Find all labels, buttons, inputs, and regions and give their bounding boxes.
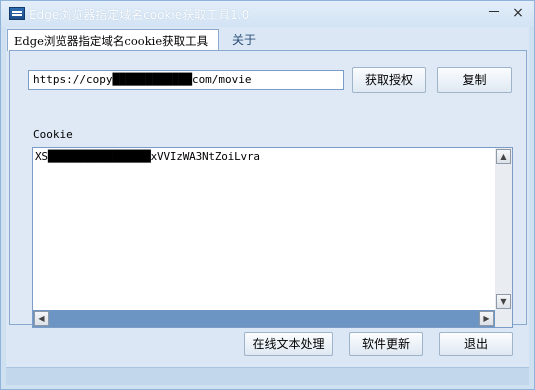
window-title: Edge浏览器指定域名cookie获取工具1.0 [29, 8, 250, 22]
title-bar[interactable]: Edge浏览器指定域名cookie获取工具1.0 － × [1, 1, 534, 27]
status-bar [6, 367, 529, 385]
scrollbar-corner [495, 310, 512, 327]
url-input[interactable]: https://copy████████████com/movie [28, 70, 344, 90]
minimize-button[interactable]: － [484, 4, 504, 22]
copy-button[interactable]: 复制 [437, 67, 512, 93]
scroll-right-icon[interactable]: ▶ [479, 311, 494, 326]
horizontal-scrollbar[interactable]: ◀ ▶ [33, 310, 495, 327]
client-area: Edge浏览器指定域名cookie获取工具 关于 https://copy███… [6, 27, 529, 385]
update-button[interactable]: 软件更新 [349, 332, 423, 356]
online-text-button[interactable]: 在线文本处理 [244, 332, 333, 356]
vertical-scrollbar[interactable]: ▲ ▼ [495, 148, 512, 310]
get-auth-button[interactable]: 获取授权 [352, 67, 426, 93]
scroll-down-icon[interactable]: ▼ [496, 294, 511, 309]
app-icon [9, 7, 25, 20]
close-button[interactable]: × [508, 4, 528, 22]
scroll-left-icon[interactable]: ◀ [34, 311, 49, 326]
tab-cookie-tool[interactable]: Edge浏览器指定域名cookie获取工具 [7, 29, 219, 51]
cookie-textarea[interactable]: XS████████████████xVVIzWA3NtZoiLvra ▲ ▼ … [32, 147, 513, 328]
cookie-label: Cookie [33, 128, 73, 141]
scroll-up-icon[interactable]: ▲ [496, 149, 511, 164]
exit-button[interactable]: 退出 [439, 332, 513, 356]
cookie-value: XS████████████████xVVIzWA3NtZoiLvra [35, 150, 260, 163]
app-window: Edge浏览器指定域名cookie获取工具1.0 － × Edge浏览器指定域名… [0, 0, 535, 390]
tab-about[interactable]: 关于 [226, 29, 262, 51]
